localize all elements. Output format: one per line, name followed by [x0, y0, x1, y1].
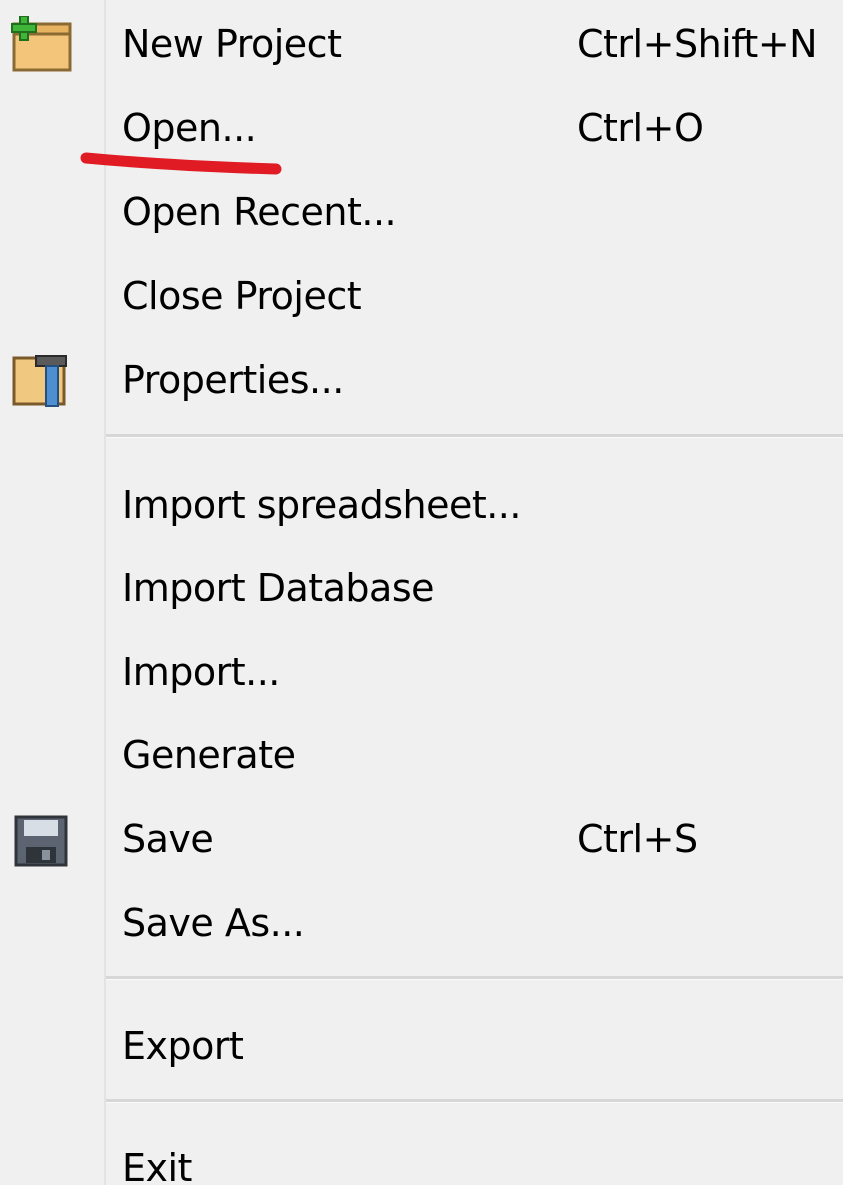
menu-item-new-project[interactable]: New Project Ctrl+Shift+N [0, 2, 843, 86]
menu-item-label: New Project [122, 22, 342, 66]
menu-item-label: Export [122, 1024, 244, 1068]
menu-item-close-project[interactable]: Close Project [0, 254, 843, 338]
menu-item-label: Properties... [122, 358, 344, 402]
menu-item-label: Import... [122, 650, 280, 694]
menu-item-label: Open... [122, 106, 257, 150]
menu-item-save[interactable]: Save Ctrl+S [0, 797, 843, 881]
floppy-disk-icon [8, 811, 74, 867]
properties-icon [8, 352, 74, 408]
menu-item-properties[interactable]: Properties... [0, 338, 843, 422]
menu-item-label: Import spreadsheet... [122, 483, 521, 527]
menu-separator [106, 976, 843, 980]
menu-item-shortcut: Ctrl+Shift+N [577, 22, 818, 66]
menu-item-generate[interactable]: Generate [0, 713, 843, 797]
menu-item-save-as[interactable]: Save As... [0, 881, 843, 965]
menu-item-label: Save As... [122, 901, 305, 945]
menu-item-label: Open Recent... [122, 190, 397, 234]
menu-separator [106, 434, 843, 438]
file-menu: New Project Ctrl+Shift+N Open... Ctrl+O … [0, 0, 843, 1185]
menu-item-label: Exit [122, 1146, 192, 1185]
menu-item-export[interactable]: Export [0, 1004, 843, 1088]
menu-item-exit[interactable]: Exit [0, 1126, 843, 1185]
menu-item-import-spreadsheet[interactable]: Import spreadsheet... [0, 463, 843, 547]
menu-item-open-recent[interactable]: Open Recent... [0, 170, 843, 254]
menu-item-import-database[interactable]: Import Database [0, 546, 843, 630]
menu-item-label: Close Project [122, 274, 362, 318]
menu-item-open[interactable]: Open... Ctrl+O [0, 86, 843, 170]
menu-item-shortcut: Ctrl+S [577, 817, 698, 861]
menu-item-shortcut: Ctrl+O [577, 106, 704, 150]
menu-item-label: Generate [122, 733, 296, 777]
menu-separator [106, 1099, 843, 1103]
menu-item-label: Save [122, 817, 214, 861]
menu-item-import[interactable]: Import... [0, 630, 843, 714]
new-project-icon [8, 15, 74, 72]
menu-item-label: Import Database [122, 566, 435, 610]
